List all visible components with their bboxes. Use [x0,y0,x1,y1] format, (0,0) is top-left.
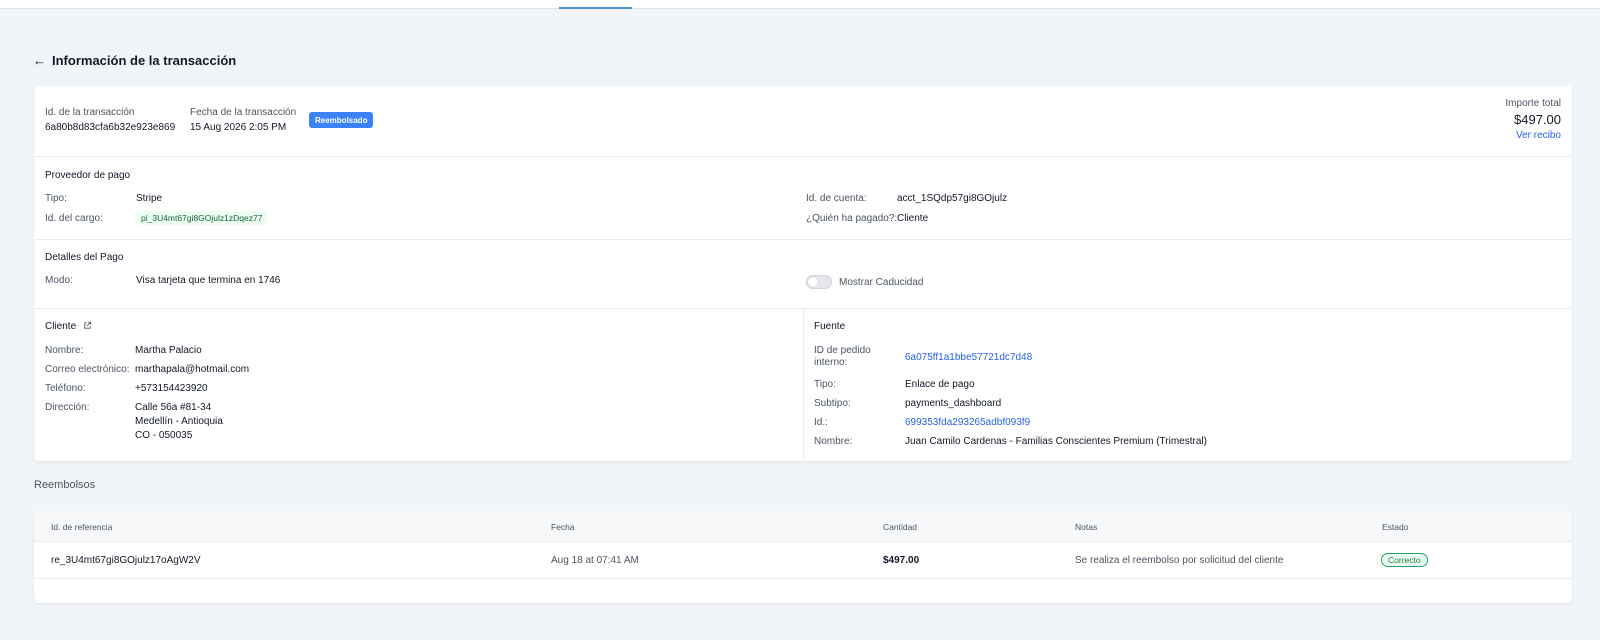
source-subtype-row: Subtipo: payments_dashboard [814,398,1554,412]
source-subtype-value: payments_dashboard [905,398,1002,409]
transaction-card: Id. de la transacción 6a80b8d83cfa6b32e9… [34,86,1572,461]
payer-row: ¿Quién ha pagado?: Cliente [806,213,1406,227]
payment-mode-value: Visa tarjeta que termina en 1746 [136,275,281,286]
column-header-notes: Notas [1075,522,1098,532]
toggle-knob [808,277,818,287]
arrow-left-icon[interactable]: ← [33,54,46,67]
page-header: ← Información de la transacción [33,51,236,69]
payment-mode-row: Modo: Visa tarjeta que termina en 1746 [45,275,745,289]
total-amount-label: Importe total [1505,98,1561,109]
payer-value: Cliente [897,213,929,224]
transaction-id-block: Id. de la transacción 6a80b8d83cfa6b32e9… [45,107,175,133]
refunds-heading: Reembolsos [34,479,96,491]
client-phone-label: Teléfono: [45,383,86,394]
client-name-row: Nombre: Martha Palacio [45,345,785,359]
total-amount-block: Importe total $497.00 Ver recibo [1505,98,1561,141]
external-link-icon[interactable] [83,321,92,330]
payment-mode-label: Modo: [45,275,73,286]
refund-date: Aug 18 at 07:41 AM [551,555,639,566]
source-name-row: Nombre: Juan Camilo Cardenas - Familias … [814,436,1554,450]
charge-id-label: Id. del cargo: [45,213,103,224]
section-divider [34,239,1572,240]
transaction-id-label: Id. de la transacción [45,107,135,118]
transaction-id-value: 6a80b8d83cfa6b32e923e869 [45,122,176,133]
column-header-reference: Id. de referencia [51,522,113,532]
internal-order-row: ID de pedido interno: 6a075ff1a1bbe57721… [814,345,1554,373]
account-id-value: acct_1SQdp57gi8GOjulz [897,193,1008,204]
internal-order-label-line-2: interno: [814,357,848,368]
provider-section-title: Proveedor de pago [45,170,131,181]
source-type-row: Tipo: Enlace de pago [814,379,1554,393]
client-name-label: Nombre: [45,345,84,356]
status-badge: Reembolsado [309,112,374,128]
client-email-value: marthapala@hotmail.com [135,364,250,375]
source-name-label: Nombre: [814,436,853,447]
table-row[interactable]: re_3U4mt67gi8GOjulz17oAgW2V Aug 18 at 07… [34,542,1572,579]
account-id-row: Id. de cuenta: acct_1SQdp57gi8GOjulz [806,193,1406,207]
source-id-link[interactable]: 699353fda293265adbf093f9 [905,417,1030,428]
refund-status-badge: Correcto [1381,553,1428,567]
client-address-line-1: Calle 56a #81-34 [135,402,212,413]
source-type-value: Enlace de pago [905,379,975,390]
total-amount-value: $497.00 [1514,112,1561,127]
source-name-value: Juan Camilo Cardenas - Familias Conscien… [905,436,1207,447]
transaction-date-block: Fecha de la transacción 15 Aug 2026 2:05… [190,107,296,133]
charge-id-value: pi_3U4mt67gi8GOjulz1zDqez77 [136,211,268,225]
provider-type-label: Tipo: [45,193,67,204]
show-expiry-toggle[interactable] [806,275,832,289]
column-header-date: Fecha [551,522,575,532]
source-section-title: Fuente [814,321,846,332]
account-id-label: Id. de cuenta: [806,193,867,204]
table-header: Id. de referencia Fecha Cantidad Notas E… [34,511,1572,542]
section-divider [34,156,1572,157]
show-expiry-label: Mostrar Caducidad [839,277,924,288]
provider-type-row: Tipo: Stripe [45,193,745,207]
source-subtype-label: Subtipo: [814,398,851,409]
client-address-label: Dirección: [45,402,90,413]
client-title-text: Cliente [45,321,77,332]
source-type-label: Tipo: [814,379,836,390]
internal-order-label-line-1: ID de pedido [814,345,871,356]
view-receipt-link[interactable]: Ver recibo [1505,130,1561,141]
client-address-row: Dirección: Calle 56a #81-34 Medellín - A… [45,402,785,444]
payment-details-title: Detalles del Pago [45,252,124,263]
client-address-line-3: CO - 050035 [135,430,193,441]
refunds-table: Id. de referencia Fecha Cantidad Notas E… [34,511,1572,603]
client-phone-value: +573154423920 [135,383,208,394]
client-email-label: Correo electrónico: [45,364,130,375]
refund-amount: $497.00 [883,555,920,566]
provider-type-value: Stripe [136,193,163,204]
client-address-line-2: Medellín - Antioquia [135,416,223,427]
column-header-amount: Cantidad [883,522,918,532]
source-id-label: Id.: [814,417,828,428]
refund-reference: re_3U4mt67gi8GOjulz17oAgW2V [51,555,201,566]
client-email-row: Correo electrónico: marthapala@hotmail.c… [45,364,785,378]
column-divider [803,308,804,461]
active-tab-indicator [559,7,632,9]
internal-order-link[interactable]: 6a075ff1a1bbe57721dc7d48 [905,352,1032,363]
client-phone-row: Teléfono: +573154423920 [45,383,785,397]
transaction-date-label: Fecha de la transacción [190,107,297,118]
page-title: Información de la transacción [52,52,237,68]
refund-notes: Se realiza el reembolso por solicitud de… [1075,555,1284,566]
charge-id-row: Id. del cargo: pi_3U4mt67gi8GOjulz1zDqez… [45,211,745,227]
client-section-title[interactable]: Cliente [45,321,92,332]
source-id-row: Id.: 699353fda293265adbf093f9 [814,417,1554,431]
column-header-status: Estado [1382,522,1409,532]
top-navigation-bar [0,0,1600,9]
transaction-date-value: 15 Aug 2026 2:05 PM [190,122,287,133]
client-name-value: Martha Palacio [135,345,202,356]
payer-label: ¿Quién ha pagado?: [806,213,898,224]
